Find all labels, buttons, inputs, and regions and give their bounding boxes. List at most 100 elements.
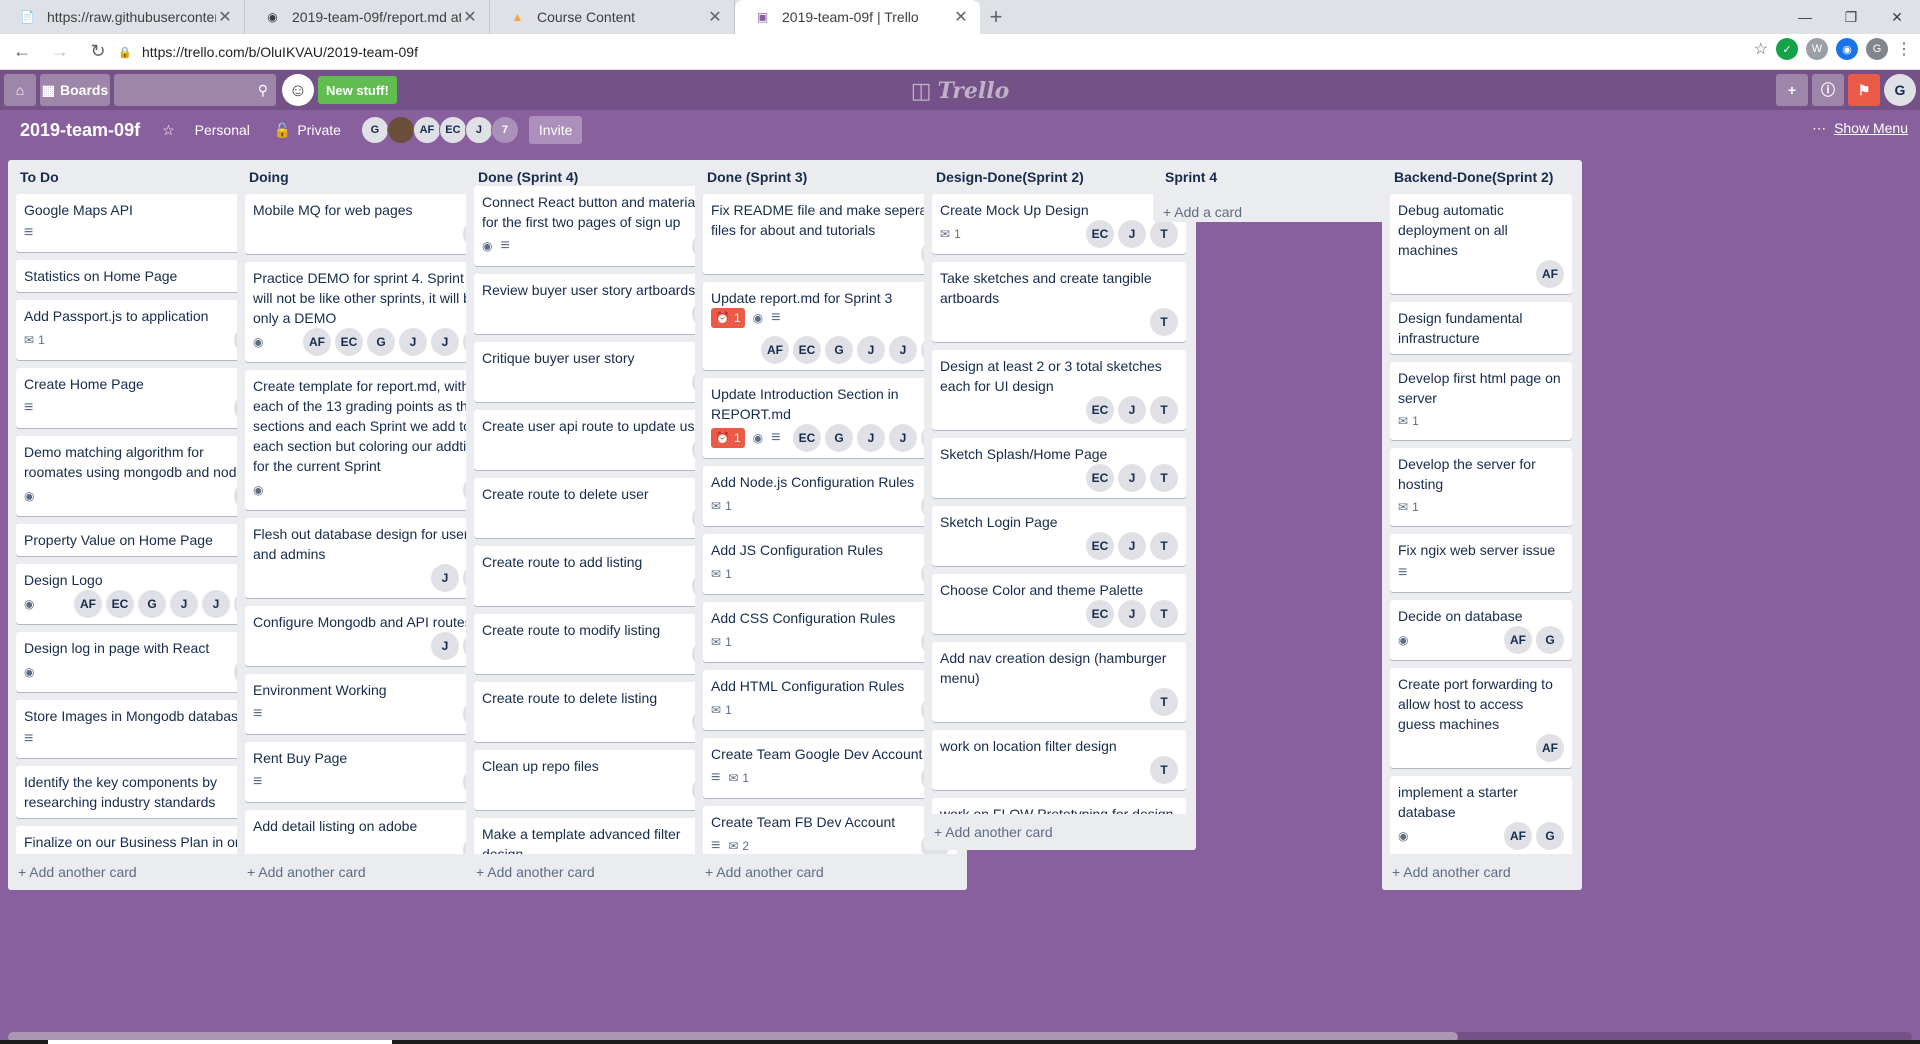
browser-tab[interactable]: ▣ 2019-team-09f | Trello ✕ <box>735 0 980 34</box>
card[interactable]: Design log in page with React◉G <box>16 632 270 692</box>
card[interactable]: Create port forwarding to allow host to … <box>1390 668 1572 768</box>
tab-close-icon[interactable]: ✕ <box>706 7 724 27</box>
member-avatar[interactable]: G <box>825 424 853 452</box>
member-avatar[interactable]: AF <box>1536 260 1564 288</box>
member-avatar[interactable]: J <box>1118 464 1146 492</box>
list-title[interactable]: Done (Sprint 4) <box>478 169 578 185</box>
card[interactable]: Review buyer user story artboards J <box>474 274 728 334</box>
member-avatar[interactable]: T <box>1150 688 1178 716</box>
card[interactable]: Create Mock Up Design ✉ 1 EC J T <box>932 194 1186 254</box>
member-avatar[interactable]: EC <box>1086 396 1114 424</box>
card[interactable]: Create Home Page ≡ AF <box>16 368 270 428</box>
maximize-icon[interactable]: ❐ <box>1828 0 1874 34</box>
member-avatar[interactable]: J <box>857 336 885 364</box>
card[interactable]: Demo matching algorithm for roomates usi… <box>16 436 270 516</box>
list-title[interactable]: Done (Sprint 3) <box>707 169 807 185</box>
member-avatar[interactable]: G <box>367 328 395 356</box>
member-count-badge[interactable]: 7 <box>490 116 519 144</box>
card[interactable]: Mobile MQ for web pages EC <box>245 194 499 254</box>
card[interactable]: implement a starter database ◉ AF G <box>1390 776 1572 854</box>
member-avatar[interactable]: J <box>431 632 459 660</box>
member-avatar[interactable]: G <box>825 336 853 364</box>
card[interactable]: Configure Mongodb and API routes JT <box>245 606 499 666</box>
card[interactable]: Take sketches and create tangible artboa… <box>932 262 1186 342</box>
member-avatar[interactable]: J <box>170 590 198 618</box>
member-avatar[interactable]: J <box>399 328 427 356</box>
member-avatar[interactable]: T <box>1150 600 1178 628</box>
card[interactable]: Connect React button and material ui for… <box>474 186 728 266</box>
card[interactable]: Add Node.js Configuration Rules ✉1 AF <box>703 466 957 526</box>
tab-close-icon[interactable]: ✕ <box>952 7 970 27</box>
list-header[interactable]: Backend-Done(Sprint 2) <box>1382 160 1582 194</box>
member-avatar[interactable]: J <box>464 116 493 144</box>
member-avatar[interactable]: AF <box>1504 626 1532 654</box>
card[interactable]: Statistics on Home Page <box>16 260 270 292</box>
card[interactable]: Create route to delete listing J <box>474 682 728 742</box>
card[interactable]: Fix ngix web server issue ≡ <box>1390 534 1572 592</box>
member-avatar[interactable]: T <box>1150 396 1178 424</box>
member-avatar[interactable]: J <box>1118 600 1146 628</box>
card[interactable]: Create route to modify listing J <box>474 614 728 674</box>
card[interactable]: Design at least 2 or 3 total sketches ea… <box>932 350 1186 430</box>
card[interactable]: Create route to add listing J <box>474 546 728 606</box>
list-title[interactable]: Doing <box>249 169 289 185</box>
card[interactable]: Environment Working≡J <box>245 674 499 734</box>
member-avatar[interactable]: EC <box>793 424 821 452</box>
minimize-icon[interactable]: — <box>1782 0 1828 34</box>
close-window-icon[interactable]: ✕ <box>1874 0 1920 34</box>
member-avatar[interactable]: EC <box>1086 532 1114 560</box>
boards-button[interactable]: ▦ Boards <box>40 74 110 106</box>
visibility-button[interactable]: 🔓 Private <box>264 116 351 145</box>
card[interactable]: Fix README file and make seperate files … <box>703 194 957 274</box>
card[interactable]: Flesh out database design for users and … <box>245 518 499 598</box>
member-avatar[interactable]: EC <box>1086 600 1114 628</box>
browser-tab[interactable]: ◉ 2019-team-09f/report.md at mas✕ <box>245 0 490 34</box>
card[interactable]: Decide on database ◉ AF G <box>1390 600 1572 660</box>
notification-bell-icon[interactable]: ⚑ <box>1848 74 1880 106</box>
card[interactable]: Add CSS Configuration Rules ✉1 AF <box>703 602 957 662</box>
card[interactable]: Create user api route to update user J <box>474 410 728 470</box>
browser-tab[interactable]: 📄 https://raw.githubusercontent.co✕ <box>0 0 245 34</box>
forward-icon[interactable]: → <box>44 36 76 68</box>
member-avatar[interactable]: EC <box>1086 220 1114 248</box>
card[interactable]: Sketch Login Page EC J T <box>932 506 1186 566</box>
show-menu-button[interactable]: ⋯ Show Menu <box>1812 120 1908 137</box>
tab-close-icon[interactable]: ✕ <box>461 7 479 27</box>
card[interactable]: Critique buyer user story J <box>474 342 728 402</box>
member-avatar[interactable]: J <box>431 564 459 592</box>
card[interactable]: Create Team FB Dev Account ≡ ✉2 AF <box>703 806 957 854</box>
card[interactable]: Practice DEMO for sprint 4. Sprint 4 wil… <box>245 262 499 362</box>
url-field[interactable]: 🔒 https://trello.com/b/OluIKVAU/2019-tea… <box>110 38 1720 66</box>
member-avatar[interactable]: G <box>1536 626 1564 654</box>
trello-logo[interactable]: ◫ Trello <box>911 78 1010 104</box>
card[interactable]: Develop the server for hosting ✉ 1 <box>1390 448 1572 526</box>
team-button[interactable]: Personal <box>185 116 260 144</box>
member-avatar[interactable]: J <box>857 424 885 452</box>
member-avatar[interactable]: EC <box>1086 464 1114 492</box>
member-avatar[interactable]: J <box>1118 220 1146 248</box>
card[interactable]: Develop first html page on server ✉ 1 <box>1390 362 1572 440</box>
new-tab-icon[interactable]: + <box>980 0 1012 34</box>
member-avatar[interactable]: T <box>1150 308 1178 336</box>
card[interactable]: Add HTML Configuration Rules ✉1 AF <box>703 670 957 730</box>
browser-menu-icon[interactable]: ⋮ <box>1896 39 1912 59</box>
list-title[interactable]: Sprint 4 <box>1165 169 1217 185</box>
list-title[interactable]: Backend-Done(Sprint 2) <box>1394 169 1553 185</box>
card[interactable]: Property Value on Home Page <box>16 524 270 556</box>
profile-avatar-icon[interactable]: G <box>1866 38 1888 60</box>
card[interactable]: Add Passport.js to application ✉1 AF <box>16 300 270 360</box>
member-avatar[interactable]: AF <box>303 328 331 356</box>
board-title[interactable]: 2019-team-09f <box>10 120 150 141</box>
home-icon[interactable]: ⌂ <box>4 74 36 106</box>
user-avatar[interactable]: G <box>1884 74 1916 106</box>
card[interactable]: Create route to delete user J <box>474 478 728 538</box>
add-card-button[interactable]: + Add another card <box>924 814 1196 850</box>
member-avatar[interactable]: J <box>1118 396 1146 424</box>
tab-close-icon[interactable]: ✕ <box>216 7 234 27</box>
member-avatar[interactable]: AF <box>74 590 102 618</box>
create-plus-icon[interactable]: + <box>1776 74 1808 106</box>
member-avatar[interactable]: EC <box>793 336 821 364</box>
bookmark-star-icon[interactable]: ☆ <box>1754 39 1768 59</box>
card[interactable]: work on FLOW Prototyping for design work… <box>932 798 1186 814</box>
invite-button[interactable]: Invite <box>528 116 583 144</box>
